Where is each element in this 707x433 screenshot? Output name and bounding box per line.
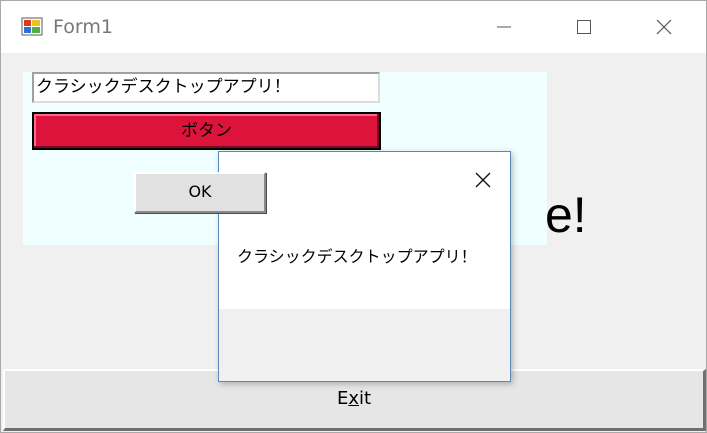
dialog-message-text: クラシックデスクトップアプリ！ — [237, 247, 477, 266]
action-button[interactable]: ボタン — [32, 112, 381, 150]
exit-label-prefix: E — [336, 388, 349, 409]
title-bar[interactable]: Form1 — [1, 1, 706, 53]
maximize-icon — [577, 20, 591, 34]
dialog-footer — [219, 309, 510, 381]
maximize-button[interactable] — [552, 1, 616, 53]
close-icon — [656, 19, 672, 35]
close-icon — [475, 172, 491, 188]
large-label-text: e! — [545, 187, 587, 243]
text-input[interactable]: クラシックデスクトップアプリ！ — [32, 72, 380, 103]
dialog-close-button[interactable] — [467, 164, 499, 196]
form-app-icon — [21, 15, 43, 37]
minimize-icon — [497, 26, 511, 28]
close-button[interactable] — [632, 1, 696, 53]
exit-label-suffix: it — [358, 388, 372, 409]
minimize-button[interactable] — [472, 1, 536, 53]
window-title: Form1 — [53, 16, 113, 38]
exit-label-accelerator: x — [348, 388, 359, 409]
ok-button[interactable]: OK — [134, 172, 266, 213]
